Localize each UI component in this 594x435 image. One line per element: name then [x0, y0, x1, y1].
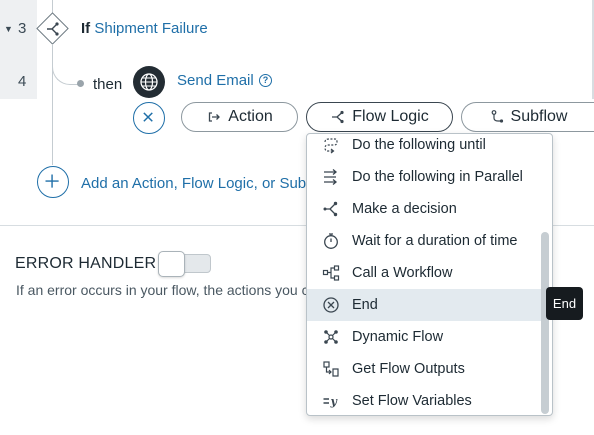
menu-item-flow-outputs[interactable]: Get Flow Outputs	[307, 353, 541, 385]
error-handler-title: ERROR HANDLER	[15, 255, 157, 272]
menu-item-label: Call a Workflow	[352, 265, 453, 281]
row-number-4: 4	[18, 73, 27, 90]
end-icon	[321, 296, 341, 314]
add-subflow-label: Subflow	[510, 108, 568, 125]
flow-logic-icon	[47, 22, 59, 36]
menu-item-label: Dynamic Flow	[352, 329, 444, 345]
flow-logic-icon	[332, 110, 344, 124]
menu-item-label: Make a decision	[352, 201, 457, 217]
flow-outputs-icon	[321, 360, 341, 378]
row-number-3: 3	[18, 20, 27, 37]
collapse-caret-icon[interactable]: ▼	[4, 24, 13, 34]
add-action-label: Action	[228, 108, 273, 125]
globe-icon	[133, 66, 165, 98]
menu-item-do-until[interactable]: Do the following until	[307, 134, 541, 161]
flow-logic-menu[interactable]: Do the following until Do the following …	[306, 133, 553, 416]
end-tooltip: End	[546, 287, 583, 320]
add-step-button[interactable]	[37, 166, 69, 198]
svg-text:y: y	[330, 395, 339, 408]
help-icon[interactable]: ?	[259, 74, 272, 87]
dynamic-flow-icon	[321, 328, 341, 346]
menu-item-dynamic-flow[interactable]: Dynamic Flow	[307, 321, 541, 353]
decision-icon	[321, 200, 341, 218]
subflow-icon	[491, 110, 503, 123]
workflow-icon	[321, 264, 341, 282]
add-flow-logic-label: Flow Logic	[352, 108, 429, 125]
menu-item-decision[interactable]: Make a decision	[307, 193, 541, 225]
menu-scrollbar[interactable]	[541, 232, 549, 414]
then-label: then	[93, 76, 123, 93]
menu-item-end[interactable]: End	[307, 289, 541, 321]
add-subflow-button[interactable]: Subflow	[461, 102, 594, 132]
menu-item-label: Do the following until	[352, 137, 486, 153]
menu-item-wait[interactable]: Wait for a duration of time	[307, 225, 541, 257]
add-step-link[interactable]: Add an Action, Flow Logic, or Subflow	[81, 175, 307, 192]
menu-item-set-variables[interactable]: y Set Flow Variables	[307, 385, 541, 415]
loop-until-icon	[321, 136, 341, 154]
plus-icon	[45, 174, 59, 188]
close-icon	[143, 112, 153, 122]
error-handler-description: If an error occurs in your flow, the act…	[16, 282, 308, 298]
action-arrow-icon	[209, 112, 221, 122]
menu-item-label: End	[352, 297, 378, 313]
add-flow-logic-button[interactable]: Flow Logic	[306, 102, 453, 132]
menu-item-label: Set Flow Variables	[352, 393, 472, 409]
error-handler-toggle-knob[interactable]	[158, 251, 185, 277]
menu-item-label: Get Flow Outputs	[352, 361, 465, 377]
branch-connector	[52, 44, 82, 85]
send-email-action-link[interactable]: Send Email	[177, 72, 254, 89]
add-action-button[interactable]: Action	[181, 102, 298, 132]
if-step-label[interactable]: If Shipment Failure	[81, 20, 208, 37]
set-variables-icon: y	[321, 392, 341, 410]
menu-item-call-workflow[interactable]: Call a Workflow	[307, 257, 541, 289]
close-add-menu-button[interactable]	[133, 102, 165, 134]
timer-icon	[321, 232, 341, 250]
if-condition[interactable]: Shipment Failure	[94, 20, 207, 37]
menu-item-label: Wait for a duration of time	[352, 233, 518, 249]
menu-item-label: Do the following in Parallel	[352, 169, 523, 185]
if-keyword: If	[81, 20, 91, 37]
menu-item-parallel[interactable]: Do the following in Parallel	[307, 161, 541, 193]
parallel-icon	[321, 168, 341, 186]
branch-dot	[77, 80, 84, 87]
